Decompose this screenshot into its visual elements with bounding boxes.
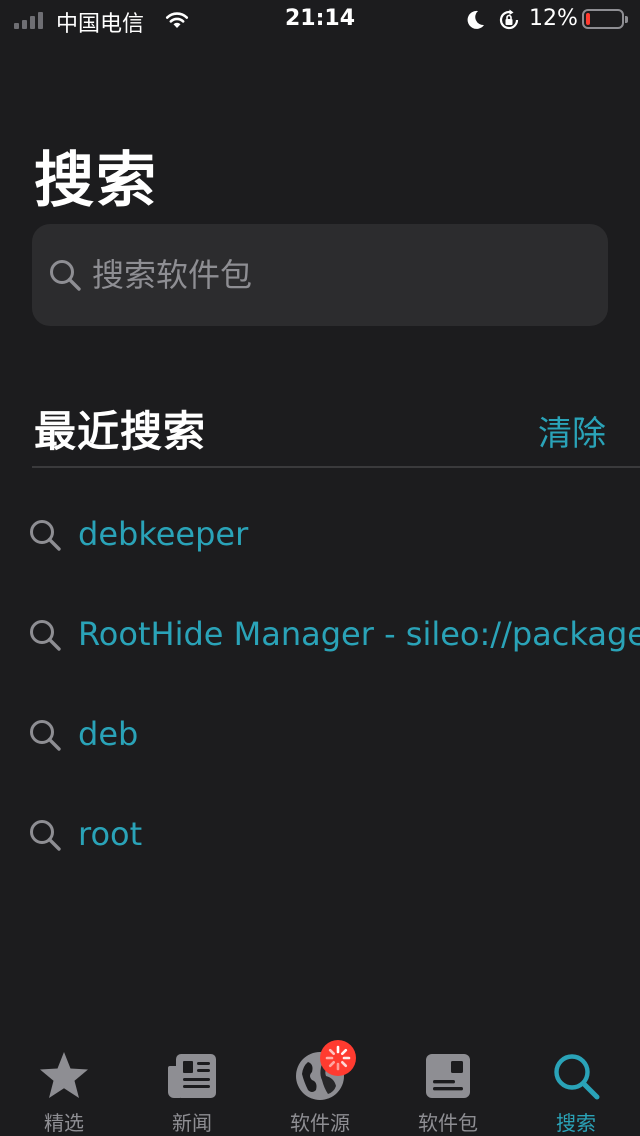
star-icon (36, 1048, 92, 1103)
search-icon (48, 258, 82, 296)
recent-searches-list: debkeeper RootHide Manager - sileo://pac… (0, 486, 640, 886)
tab-label: 软件源 (290, 1111, 350, 1135)
recent-search-label: root (78, 815, 143, 853)
clear-button[interactable]: 清除 (538, 406, 606, 455)
search-input[interactable] (92, 224, 592, 326)
tab-news[interactable]: 新闻 (128, 1036, 256, 1136)
spinner-icon (325, 1045, 351, 1071)
tab-sources[interactable]: 软件源 (256, 1036, 384, 1136)
recent-searches-title: 最近搜索 (34, 407, 207, 456)
package-icon (420, 1048, 476, 1103)
loading-badge (320, 1040, 356, 1076)
search-icon (28, 618, 62, 656)
rotation-lock-icon (497, 8, 521, 36)
divider (32, 466, 640, 468)
tab-label: 搜索 (556, 1111, 596, 1135)
battery-icon (582, 9, 628, 29)
search-icon (28, 518, 62, 556)
battery-fill (586, 13, 590, 25)
tab-featured[interactable]: 精选 (0, 1036, 128, 1136)
page-title: 搜索 (34, 146, 158, 216)
recent-search-item[interactable]: RootHide Manager - sileo://package/c (0, 586, 640, 686)
tab-label: 新闻 (172, 1111, 212, 1135)
tab-label: 精选 (44, 1111, 84, 1135)
status-bar: 中国电信 21:14 12% (0, 0, 640, 40)
battery-percentage: 12% (529, 6, 578, 31)
search-icon (548, 1048, 604, 1103)
recent-search-item[interactable]: deb (0, 686, 640, 786)
search-bar[interactable] (32, 224, 608, 326)
recent-search-item[interactable]: debkeeper (0, 486, 640, 586)
recent-search-label: deb (78, 715, 139, 753)
recent-search-label: RootHide Manager - sileo://package/c (78, 615, 640, 653)
tab-label: 软件包 (418, 1111, 478, 1135)
search-icon (28, 718, 62, 756)
recent-search-label: debkeeper (78, 515, 249, 553)
tab-packages[interactable]: 软件包 (384, 1036, 512, 1136)
newspaper-icon (164, 1048, 220, 1103)
tab-search[interactable]: 搜索 (512, 1036, 640, 1136)
recent-search-item[interactable]: root (0, 786, 640, 886)
tab-bar: 精选 新闻 软件源 软件包 搜索 (0, 1036, 640, 1136)
search-icon (28, 818, 62, 856)
globe-icon (292, 1040, 356, 1103)
moon-icon (464, 9, 486, 35)
